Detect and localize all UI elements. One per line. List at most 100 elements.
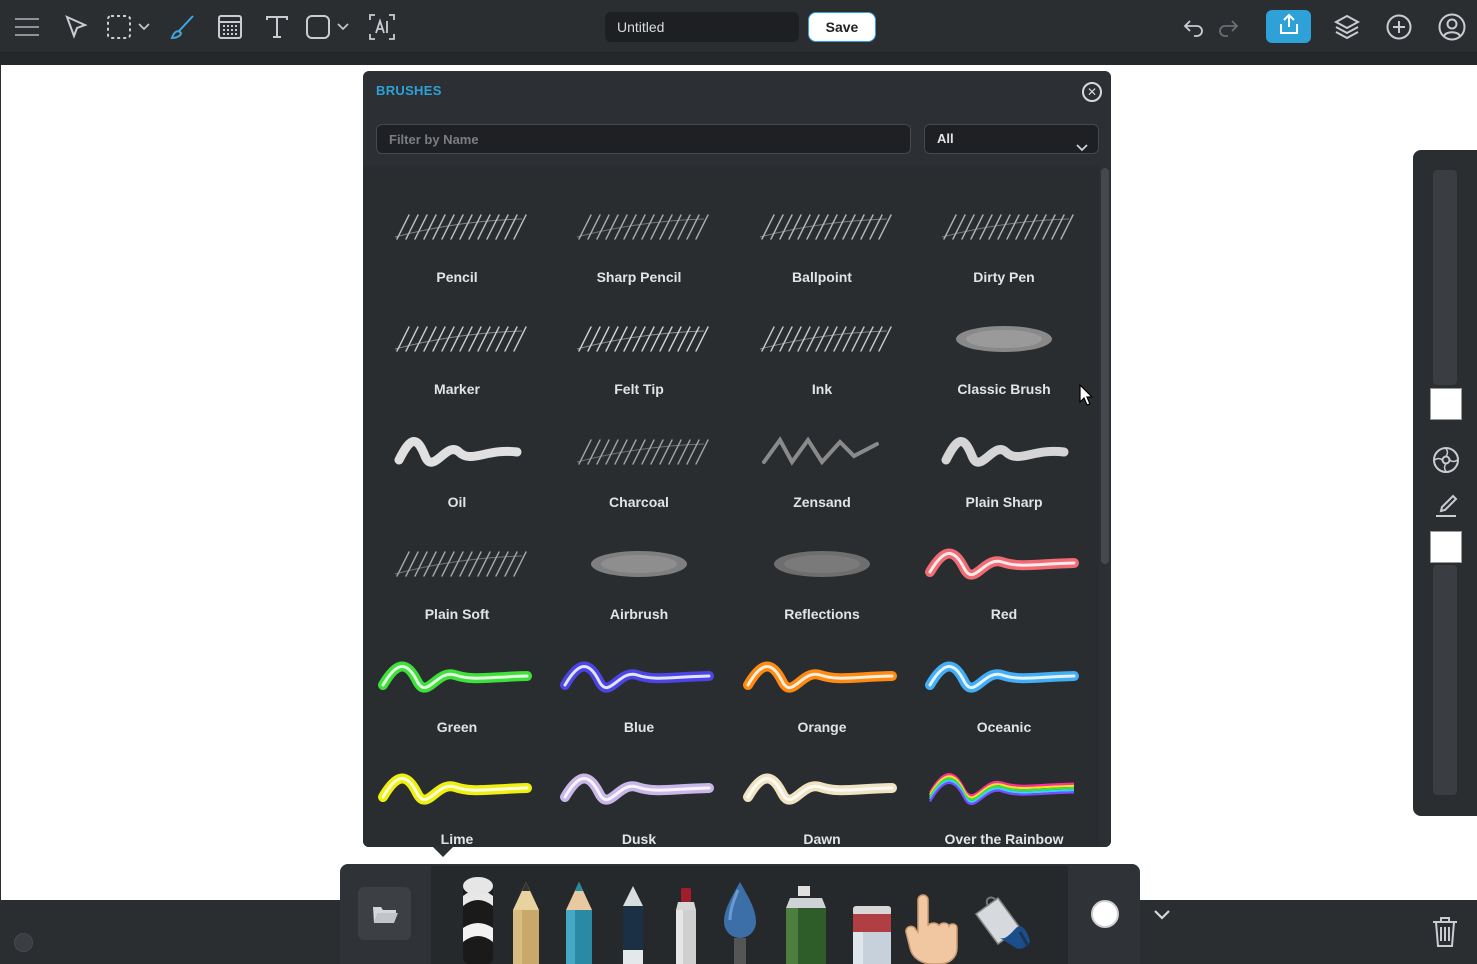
finger-smudge-tool[interactable]: [904, 892, 960, 964]
brush-item[interactable]: Reflections: [737, 513, 907, 625]
brush-name: Zensand: [793, 494, 851, 510]
redo-icon[interactable]: [1210, 9, 1246, 45]
brush-stroke-preview: [941, 437, 1069, 467]
brush-item[interactable]: Red: [919, 513, 1089, 625]
brush-stroke-preview: [394, 326, 527, 352]
brush-name: Airbrush: [609, 606, 669, 622]
brush-name: Red: [990, 606, 1018, 622]
brush-stroke-preview: [762, 436, 879, 466]
brush-name: Marker: [434, 381, 480, 397]
category-select[interactable]: All: [924, 124, 1099, 154]
brush-item[interactable]: Charcoal: [554, 401, 724, 513]
brush-stroke-preview: [591, 551, 687, 577]
panel-header: BRUSHES ✕: [363, 71, 1111, 111]
menu-icon[interactable]: [9, 9, 45, 45]
document-title-field[interactable]: Untitled: [605, 12, 799, 42]
brush-stroke-preview: [576, 439, 709, 465]
brush-item[interactable]: Zensand: [737, 401, 907, 513]
chevron-down-icon[interactable]: [1152, 904, 1172, 924]
ai-icon[interactable]: [364, 9, 400, 45]
close-icon[interactable]: ✕: [1082, 82, 1102, 102]
marker-tool[interactable]: [672, 886, 700, 964]
brush-stroke-preview: [394, 214, 527, 240]
brush-item[interactable]: Blue: [554, 626, 724, 738]
brush-stroke-preview: [743, 773, 897, 805]
brush-stroke-preview: [576, 214, 709, 240]
paintbrush-tool[interactable]: [718, 880, 762, 964]
tools-well: [431, 866, 1068, 964]
brush-item[interactable]: Lime: [372, 738, 542, 847]
bucket-fill-tool[interactable]: [970, 892, 1034, 961]
brush-name: Felt Tip: [614, 381, 664, 397]
brush-item[interactable]: Over the Rainbow: [919, 738, 1089, 847]
brush-item[interactable]: Pencil: [372, 176, 542, 288]
spray-can-tool[interactable]: [782, 884, 830, 964]
brush-item[interactable]: Dusk: [554, 738, 724, 847]
gradient-fill-icon[interactable]: [212, 9, 248, 45]
brush-item[interactable]: Ink: [737, 288, 907, 400]
brush-name: Charcoal: [609, 494, 669, 510]
brush-stroke-preview: [394, 551, 527, 577]
brush-item[interactable]: Oceanic: [919, 626, 1089, 738]
brush-item[interactable]: Classic Brush: [919, 288, 1089, 400]
brush-item[interactable]: Green: [372, 626, 542, 738]
brush-name: Dusk: [621, 831, 657, 847]
panel-title: BRUSHES: [376, 83, 442, 98]
pencil-tool[interactable]: [509, 880, 543, 964]
brush-name: Blue: [623, 719, 655, 735]
select-arrow-icon[interactable]: [58, 9, 94, 45]
brush-name: Dawn: [803, 831, 841, 847]
flower-settings-icon[interactable]: [1430, 444, 1462, 476]
brush-item[interactable]: Oil: [372, 401, 542, 513]
brush-item[interactable]: Dirty Pen: [919, 176, 1089, 288]
text-icon[interactable]: [259, 9, 295, 45]
account-icon[interactable]: [1434, 9, 1470, 45]
colored-pencil-tool[interactable]: [562, 880, 596, 964]
brush-name: Reflections: [784, 606, 860, 622]
brush-size-slider[interactable]: [1433, 170, 1457, 385]
brush-icon[interactable]: [164, 9, 200, 45]
brush-stroke-preview: [929, 773, 1075, 806]
brush-stroke-preview: [759, 214, 892, 240]
brush-item[interactable]: Sharp Pencil: [554, 176, 724, 288]
undo-icon[interactable]: [1176, 9, 1212, 45]
layers-icon[interactable]: [1329, 9, 1365, 45]
folder-icon[interactable]: [358, 887, 411, 940]
save-button[interactable]: Save: [808, 12, 876, 42]
primary-color-swatch[interactable]: [1430, 388, 1462, 420]
brush-item[interactable]: Orange: [737, 626, 907, 738]
panel-pointer-notch: [432, 846, 454, 857]
brush-item[interactable]: Dawn: [737, 738, 907, 847]
pen-opacity-icon[interactable]: [1430, 490, 1462, 522]
brush-item[interactable]: Plain Soft: [372, 513, 542, 625]
brush-list-scrollbar[interactable]: [1099, 166, 1111, 847]
brush-item[interactable]: Felt Tip: [554, 288, 724, 400]
share-button[interactable]: [1266, 10, 1311, 43]
secondary-color-swatch[interactable]: [1430, 531, 1462, 563]
shape-icon[interactable]: [304, 9, 354, 45]
eraser-tool[interactable]: [851, 904, 893, 964]
brush-name: Dirty Pen: [973, 269, 1035, 285]
trash-icon[interactable]: [1428, 914, 1462, 950]
brush-name: Over the Rainbow: [944, 831, 1064, 847]
brush-stroke-preview: [941, 214, 1074, 240]
scroll-thumb[interactable]: [1101, 168, 1109, 564]
brushes-panel: BRUSHES ✕ All Pencil Sharp Pencil Ballpoin…: [363, 71, 1111, 847]
brush-stroke-preview: [560, 661, 714, 693]
filter-by-name-input[interactable]: [376, 124, 911, 154]
brush-item[interactable]: Ballpoint: [737, 176, 907, 288]
brush-name: Lime: [440, 831, 474, 847]
marquee-select-icon[interactable]: [104, 9, 152, 45]
brush-stroke-preview: [956, 326, 1052, 352]
brush-opacity-slider[interactable]: [1433, 565, 1457, 795]
brush-item[interactable]: Plain Sharp: [919, 401, 1089, 513]
share-icon: [1278, 13, 1300, 40]
brush-name: Orange: [797, 719, 847, 735]
brush-stroke-preview: [560, 773, 714, 805]
current-color-indicator[interactable]: [1091, 900, 1119, 928]
roller-brush-tool[interactable]: [462, 876, 494, 964]
add-icon[interactable]: [1381, 9, 1417, 45]
fountain-pen-tool[interactable]: [619, 884, 647, 964]
brush-item[interactable]: Marker: [372, 288, 542, 400]
brush-item[interactable]: Airbrush: [554, 513, 724, 625]
